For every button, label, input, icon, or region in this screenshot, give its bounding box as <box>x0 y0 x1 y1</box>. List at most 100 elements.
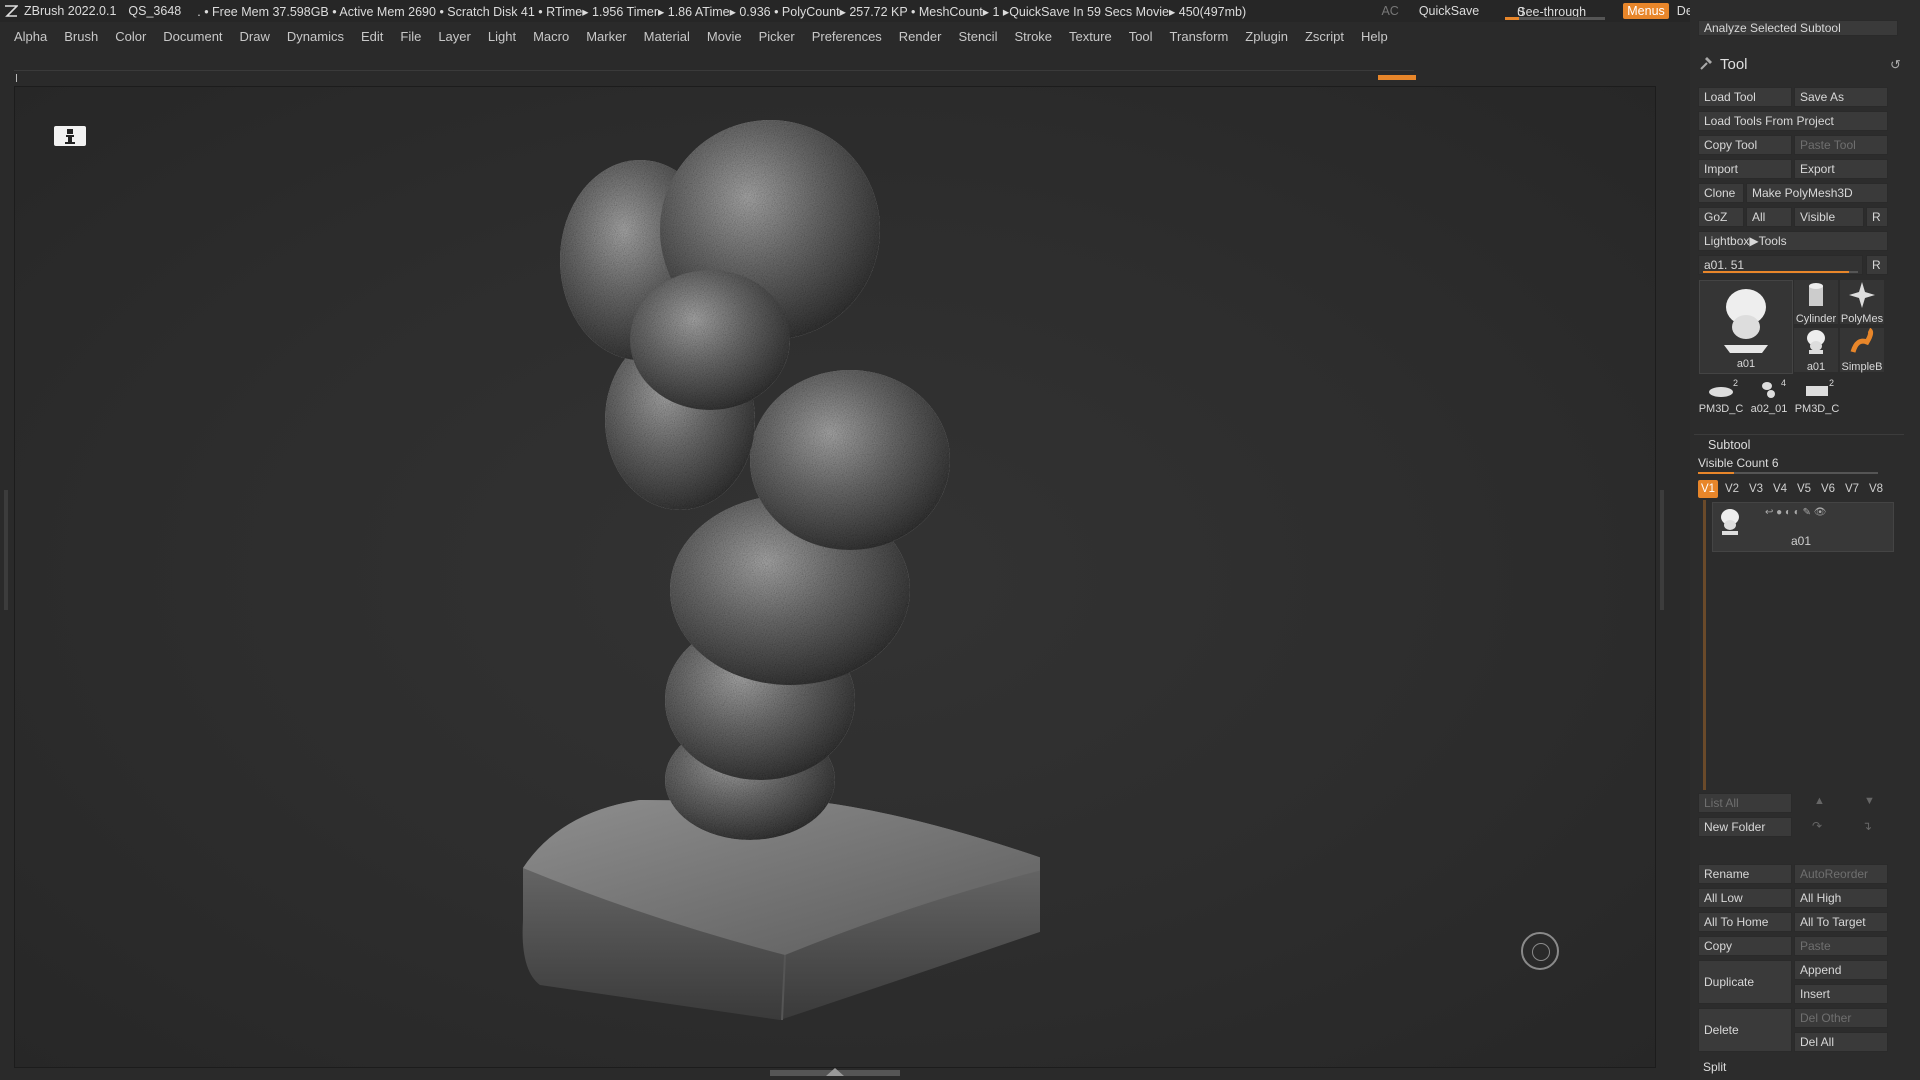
subtool-header[interactable]: Subtool <box>1708 438 1750 452</box>
see-through-slider[interactable]: See-through 0 <box>1505 1 1606 21</box>
tool-thumb-a02-01[interactable]: 4 a02_01 <box>1746 378 1792 422</box>
title-bar: ZBrush 2022.0.1 QS_3648 . • Free Mem 37.… <box>0 0 1920 22</box>
menu-marker[interactable]: Marker <box>586 29 626 44</box>
tool-slider[interactable]: a01. 51 <box>1698 255 1863 275</box>
duplicate-button[interactable]: Duplicate <box>1698 960 1792 1004</box>
tool-thumb-pm3d-2[interactable]: 2 PM3D_C <box>1794 378 1840 422</box>
shelf-marker[interactable] <box>1378 75 1416 80</box>
copy-tool-button[interactable]: Copy Tool <box>1698 135 1792 155</box>
subtool-item-controls-icon[interactable]: ↩ ● ◐ ◐ ✎ 👁 <box>1765 507 1826 518</box>
load-tool-button[interactable]: Load Tool <box>1698 87 1792 107</box>
bottom-tray-handle[interactable] <box>770 1068 900 1076</box>
menu-edit[interactable]: Edit <box>361 29 383 44</box>
del-all-button[interactable]: Del All <box>1794 1032 1888 1052</box>
visible-count-slider[interactable]: Visible Count 6 <box>1698 456 1888 474</box>
subtool-tab-v1[interactable]: V1 <box>1698 480 1718 498</box>
menu-zplugin[interactable]: Zplugin <box>1245 29 1288 44</box>
menu-draw[interactable]: Draw <box>240 29 270 44</box>
clone-button[interactable]: Clone <box>1698 183 1744 203</box>
subtool-tab-v2[interactable]: V2 <box>1722 480 1742 498</box>
menu-alpha[interactable]: Alpha <box>14 29 47 44</box>
menu-movie[interactable]: Movie <box>707 29 742 44</box>
tool-thumb-label: PM3D_C <box>1794 403 1840 415</box>
goz-visible-button[interactable]: Visible <box>1794 207 1864 227</box>
subtool-tab-v8[interactable]: V8 <box>1866 480 1886 498</box>
reset-panel-icon[interactable]: ↺ <box>1890 57 1901 73</box>
rename-button[interactable]: Rename <box>1698 864 1792 884</box>
lightbox-tools-button[interactable]: Lightbox▶Tools <box>1698 231 1888 251</box>
subtool-tab-v5[interactable]: V5 <box>1794 480 1814 498</box>
menu-macro[interactable]: Macro <box>533 29 569 44</box>
autoreorder-button[interactable]: AutoReorder <box>1794 864 1888 884</box>
ac-toggle[interactable]: AC <box>1381 4 1398 18</box>
copy-subtool-button[interactable]: Copy <box>1698 936 1792 956</box>
split-header[interactable]: Split <box>1703 1060 1726 1074</box>
tool-thumb-simplebrush[interactable]: SimpleB <box>1840 327 1884 373</box>
new-folder-button[interactable]: New Folder <box>1698 817 1792 837</box>
tool-slider-r-button[interactable]: R <box>1866 255 1888 275</box>
tool-thumb-polymesh[interactable]: PolyMes <box>1840 280 1884 325</box>
zbrush-logo-icon <box>4 4 19 18</box>
sculpt-model[interactable] <box>500 100 1040 1030</box>
menu-preferences[interactable]: Preferences <box>812 29 882 44</box>
left-tray-handle[interactable] <box>4 490 8 610</box>
folder-in-icon[interactable]: ↴ <box>1862 819 1872 833</box>
rotation-gizmo-icon[interactable] <box>1521 932 1559 970</box>
subtool-tab-v4[interactable]: V4 <box>1770 480 1790 498</box>
menu-transform[interactable]: Transform <box>1170 29 1229 44</box>
menu-render[interactable]: Render <box>899 29 942 44</box>
subtool-tab-v6[interactable]: V6 <box>1818 480 1838 498</box>
current-tool-thumbnail[interactable]: a01 <box>1699 280 1793 374</box>
folder-out-icon[interactable]: ↷ <box>1812 819 1822 833</box>
menu-dynamics[interactable]: Dynamics <box>287 29 344 44</box>
menu-color[interactable]: Color <box>115 29 146 44</box>
menu-picker[interactable]: Picker <box>759 29 795 44</box>
insert-button[interactable]: Insert <box>1794 984 1888 1004</box>
menu-document[interactable]: Document <box>163 29 222 44</box>
tool-thumb-pm3d-1[interactable]: 2 PM3D_C <box>1698 378 1744 422</box>
load-tools-from-project-button[interactable]: Load Tools From Project <box>1698 111 1888 131</box>
perspective-camera-icon[interactable] <box>54 126 86 146</box>
subtool-item-a01[interactable]: ↩ ● ◐ ◐ ✎ 👁 a01 <box>1712 502 1894 552</box>
all-low-button[interactable]: All Low <box>1698 888 1792 908</box>
menu-layer[interactable]: Layer <box>438 29 471 44</box>
goz-all-button[interactable]: All <box>1746 207 1792 227</box>
menu-brush[interactable]: Brush <box>64 29 98 44</box>
goz-button[interactable]: GoZ <box>1698 207 1744 227</box>
move-up-icon[interactable]: ▲ <box>1814 795 1825 807</box>
quicksave-button[interactable]: QuickSave <box>1419 4 1479 18</box>
export-button[interactable]: Export <box>1794 159 1888 179</box>
move-down-icon[interactable]: ▼ <box>1864 795 1875 807</box>
delete-button[interactable]: Delete <box>1698 1008 1792 1052</box>
menu-stencil[interactable]: Stencil <box>958 29 997 44</box>
all-to-target-button[interactable]: All To Target <box>1794 912 1888 932</box>
menu-help[interactable]: Help <box>1361 29 1388 44</box>
save-as-button[interactable]: Save As <box>1794 87 1888 107</box>
top-shelf <box>14 70 1416 83</box>
tool-thumb-cylinder[interactable]: Cylinder <box>1794 280 1838 325</box>
menu-zscript[interactable]: Zscript <box>1305 29 1344 44</box>
all-high-button[interactable]: All High <box>1794 888 1888 908</box>
menu-stroke[interactable]: Stroke <box>1014 29 1052 44</box>
analyze-subtool-button[interactable]: Analyze Selected Subtool <box>1698 20 1898 36</box>
all-to-home-button[interactable]: All To Home <box>1698 912 1792 932</box>
subtool-scrollbar[interactable] <box>1703 500 1706 790</box>
menus-toggle-button[interactable]: Menus <box>1623 3 1669 19</box>
del-other-button[interactable]: Del Other <box>1794 1008 1888 1028</box>
menu-material[interactable]: Material <box>644 29 690 44</box>
list-all-button[interactable]: List All <box>1698 793 1792 813</box>
subtool-tab-v7[interactable]: V7 <box>1842 480 1862 498</box>
subtool-tab-v3[interactable]: V3 <box>1746 480 1766 498</box>
menu-light[interactable]: Light <box>488 29 516 44</box>
make-polymesh3d-button[interactable]: Make PolyMesh3D <box>1746 183 1888 203</box>
menu-texture[interactable]: Texture <box>1069 29 1112 44</box>
append-button[interactable]: Append <box>1794 960 1888 980</box>
menu-tool[interactable]: Tool <box>1129 29 1153 44</box>
right-tray-handle[interactable] <box>1660 490 1664 610</box>
paste-subtool-button[interactable]: Paste <box>1794 936 1888 956</box>
menu-file[interactable]: File <box>400 29 421 44</box>
import-button[interactable]: Import <box>1698 159 1792 179</box>
paste-tool-button[interactable]: Paste Tool <box>1794 135 1888 155</box>
goz-r-button[interactable]: R <box>1866 207 1888 227</box>
tool-thumb-a01[interactable]: a01 <box>1794 328 1838 373</box>
